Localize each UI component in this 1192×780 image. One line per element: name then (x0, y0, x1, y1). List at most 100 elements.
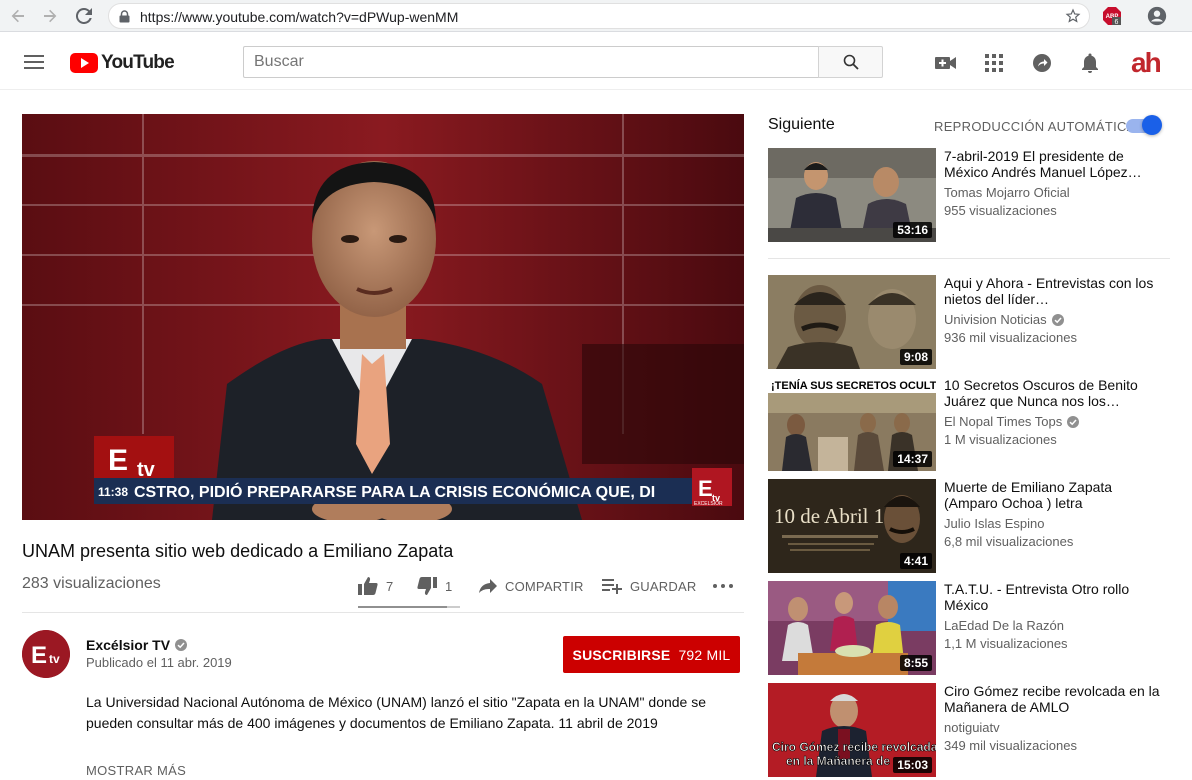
recommendation-views: 349 mil visualizaciones (944, 738, 1077, 753)
messages-share-icon (1033, 54, 1051, 72)
address-bar[interactable]: https://www.youtube.com/watch?v=dPWup-we… (108, 3, 1090, 29)
recommendation-title[interactable]: Aqui y Ahora - Entrevistas con los nieto… (944, 275, 1164, 307)
up-next-heading: Siguiente (768, 116, 835, 133)
recommendation-channel: Tomas Mojarro Oficial (944, 185, 1070, 200)
thumbs-down-icon (417, 577, 437, 595)
duration-badge: 9:08 (899, 349, 932, 365)
reload-button[interactable] (72, 4, 96, 28)
extension-abp-icon[interactable]: ABP6 (1102, 6, 1122, 26)
save-label: GUARDAR (630, 578, 697, 594)
create-video-button[interactable] (935, 52, 957, 74)
youtube-logo[interactable]: YouTube (70, 52, 175, 74)
bell-icon (1082, 53, 1098, 73)
recommendation-views: 1 M visualizaciones (944, 432, 1057, 447)
recommendation-title[interactable]: T.A.T.U. - Entrevista Otro rollo México (944, 581, 1164, 613)
video-thumbnail[interactable]: 8:55 (768, 581, 936, 675)
recommendation-views: 936 mil visualizaciones (944, 330, 1077, 345)
recommendation-item[interactable]: Ciro Gómez recibe revolcada en la Mañaner… (768, 683, 1170, 777)
ticker-text: CSTRO, PIDIÓ PREPARARSE PARA LA CRISIS E… (134, 482, 655, 501)
channel-name-text: Excélsior TV (86, 637, 171, 653)
search-box (243, 46, 819, 78)
channel-name[interactable]: Excélsior TV (86, 637, 188, 653)
thumbnail-caption-2: en la Mañanera de (786, 754, 890, 768)
show-more-button[interactable]: MOSTRAR MÁS (86, 763, 186, 778)
video-player[interactable]: E tv 11:38 CSTRO, PIDIÓ PREPARARSE PARA … (22, 114, 744, 520)
account-circle-icon (1147, 6, 1167, 26)
svg-text:E: E (108, 444, 128, 477)
recommendation-channel: El Nopal Times Tops (944, 414, 1080, 429)
account-avatar[interactable]: ah (1131, 48, 1165, 78)
duration-badge: 15:03 (893, 757, 932, 773)
save-button[interactable]: GUARDAR (602, 574, 696, 598)
video-thumbnail[interactable]: 53:16 (768, 148, 936, 242)
section-divider (22, 612, 744, 613)
view-count: 283 visualizaciones (22, 575, 161, 592)
search-input[interactable] (244, 47, 819, 77)
recommendation-item[interactable]: 9:08 Aqui y Ahora - Entrevistas con los … (768, 275, 1170, 369)
recommendation-title[interactable]: Ciro Gómez recibe revolcada en la Mañane… (944, 683, 1164, 715)
recommendation-item[interactable]: 8:55 T.A.T.U. - Entrevista Otro rollo Mé… (768, 581, 1170, 675)
recommendation-channel-text: Julio Islas Espino (944, 516, 1045, 531)
lock-icon (119, 10, 130, 23)
search-button[interactable] (818, 46, 883, 78)
duration-badge: 14:37 (893, 451, 932, 467)
svg-text:E: E (31, 642, 47, 669)
like-button[interactable]: 7 (358, 574, 393, 598)
browser-toolbar: https://www.youtube.com/watch?v=dPWup-we… (0, 0, 1192, 32)
recommendation-title[interactable]: 10 Secretos Oscuros de Benito Juárez que… (944, 377, 1164, 409)
dislike-button[interactable]: 1 (417, 574, 452, 598)
svg-text:E: E (698, 476, 713, 501)
thumbs-up-icon (358, 577, 378, 595)
thumbnail-caption: ¡TENÍA SUS SECRETOS OCULTOS! (771, 379, 936, 392)
recommendation-channel-text: Tomas Mojarro Oficial (944, 185, 1070, 200)
video-thumbnail[interactable]: 9:08 (768, 275, 936, 369)
recommendation-channel-text: El Nopal Times Tops (944, 414, 1063, 429)
guide-menu-button[interactable] (24, 54, 44, 75)
arrow-right-icon (44, 9, 57, 23)
forward-button[interactable] (38, 4, 62, 28)
recommendation-channel: LaEdad De la Razón (944, 618, 1064, 633)
browser-profile-button[interactable] (1146, 5, 1168, 32)
reload-icon (76, 8, 92, 24)
url-text: https://www.youtube.com/watch?v=dPWup-we… (140, 9, 459, 25)
video-thumbnail[interactable]: ¡TENÍA SUS SECRETOS OCULTOS! 14:37 (768, 377, 936, 471)
recommendation-views: 1,1 M visualizaciones (944, 636, 1068, 651)
apps-grid-icon (985, 54, 1003, 72)
recommendation-item[interactable]: ¡TENÍA SUS SECRETOS OCULTOS! 14:37 10 Se… (768, 377, 1170, 471)
recommendation-title[interactable]: Muerte de Emiliano Zapata (Amparo Ochoa … (944, 479, 1164, 511)
recommendation-item[interactable]: 10 de Abril 1919 4:41 Muerte de Emiliano… (768, 479, 1170, 573)
recommendation-views: 955 visualizaciones (944, 203, 1057, 218)
dislike-count: 1 (445, 578, 453, 594)
back-button[interactable] (6, 4, 30, 28)
subscribe-button[interactable]: SUSCRIBIRSE 792 MIL (563, 636, 740, 673)
share-label: COMPARTIR (505, 578, 584, 594)
sentiment-bar (358, 606, 460, 608)
video-thumbnail[interactable]: 10 de Abril 1919 4:41 (768, 479, 936, 573)
more-actions-button[interactable] (713, 574, 733, 598)
duration-badge: 4:41 (899, 553, 932, 569)
verified-check-icon (1067, 415, 1080, 428)
verified-check-icon (1051, 313, 1064, 326)
messages-button[interactable] (1031, 52, 1053, 74)
recommendation-item[interactable]: 53:16 7-abril-2019 El presidente de Méxi… (768, 148, 1170, 242)
channel-avatar[interactable]: Etv (22, 630, 70, 678)
video-thumbnail[interactable]: Ciro Gómez recibe revolcada en la Mañaner… (768, 683, 936, 777)
subscriber-count: 792 MIL (678, 646, 731, 663)
video-camera-plus-icon (935, 57, 956, 69)
share-button[interactable]: COMPARTIR (479, 574, 584, 598)
video-description: La Universidad Nacional Autónoma de Méxi… (86, 694, 707, 731)
lower-third-logo-text: tv (137, 459, 156, 481)
subscribe-label: SUSCRIBIRSE (572, 646, 671, 663)
channel-avatar-tv: tv (49, 652, 60, 666)
notifications-button[interactable] (1079, 52, 1101, 74)
thumbnail-caption-1: Ciro Gómez recibe revolcada (772, 740, 936, 754)
sidebar-separator (768, 258, 1170, 259)
duration-badge: 8:55 (899, 655, 932, 671)
recommendation-title[interactable]: 7-abril-2019 El presidente de México And… (944, 148, 1164, 180)
bookmark-star-icon[interactable] (1065, 8, 1081, 24)
publish-date: Publicado el 11 abr. 2019 (86, 655, 232, 670)
autoplay-label: REPRODUCCIÓN AUTOMÁTICA (934, 119, 1136, 134)
autoplay-toggle[interactable] (1126, 115, 1162, 135)
arrow-left-icon (11, 9, 24, 23)
apps-button[interactable] (983, 52, 1005, 74)
